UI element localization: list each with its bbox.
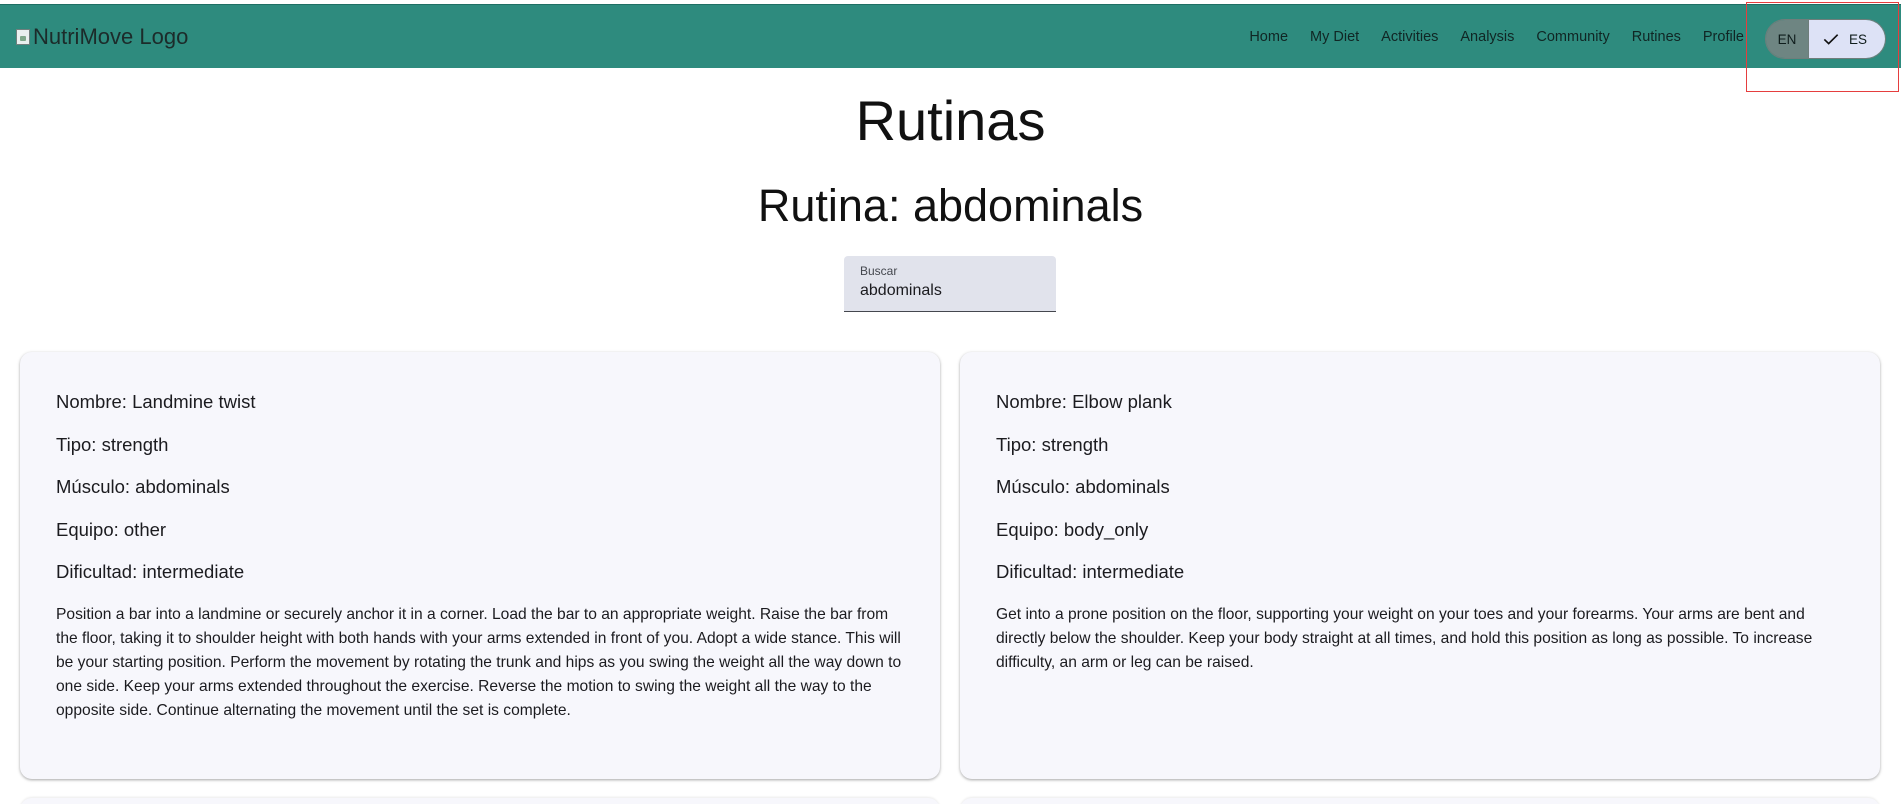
- nav-activities[interactable]: Activities: [1370, 19, 1449, 55]
- lang-es-label: ES: [1848, 31, 1867, 47]
- page-title: Rutinas: [855, 89, 1046, 152]
- exercise-difficulty: Dificultad: intermediate: [56, 561, 245, 582]
- language-toggle: EN ES: [1765, 19, 1886, 59]
- broken-image-icon: [16, 29, 30, 45]
- search-field[interactable]: Buscar: [844, 256, 1056, 312]
- exercise-card: Nombre: Landmine twist Tipo: strength Mú…: [20, 352, 940, 779]
- exercise-card: Nombre: Elbow plank Tipo: strength Múscu…: [960, 352, 1880, 779]
- exercise-muscle: Músculo: abdominals: [56, 476, 230, 497]
- exercise-muscle: Músculo: abdominals: [996, 476, 1170, 497]
- lang-en-label: EN: [1777, 31, 1797, 47]
- exercise-description: Get into a prone position on the floor, …: [996, 605, 1813, 671]
- routine-title: Rutina: abdominals: [757, 180, 1144, 231]
- check-icon: [1823, 34, 1839, 45]
- top-app-bar: NutriMove Logo Home My Diet Activities A…: [0, 4, 1901, 68]
- exercise-name: Nombre: Elbow plank: [996, 391, 1172, 412]
- exercise-card-partial: [960, 798, 1880, 804]
- exercise-card-partial: [20, 798, 940, 804]
- nav-community[interactable]: Community: [1525, 19, 1620, 55]
- search-input[interactable]: [860, 282, 1040, 300]
- search-label: Buscar: [860, 264, 898, 278]
- exercise-description: Position a bar into a landmine or secure…: [56, 605, 902, 719]
- logo-alt-text: NutriMove Logo: [33, 24, 189, 49]
- exercise-type: Tipo: strength: [56, 433, 169, 455]
- exercise-equipment: Equipo: body_only: [996, 518, 1149, 540]
- exercise-difficulty: Dificultad: intermediate: [996, 561, 1185, 582]
- logo[interactable]: NutriMove Logo: [16, 24, 189, 49]
- nav-home[interactable]: Home: [1238, 19, 1299, 55]
- exercise-equipment: Equipo: other: [56, 518, 167, 540]
- nav-profile[interactable]: Profile: [1692, 19, 1755, 55]
- main-nav: Home My Diet Activities Analysis Communi…: [1238, 5, 1755, 69]
- exercise-name: Nombre: Landmine twist: [56, 391, 256, 412]
- lang-es-button[interactable]: ES: [1808, 20, 1885, 58]
- nav-my-diet[interactable]: My Diet: [1299, 19, 1370, 55]
- lang-en-button[interactable]: EN: [1766, 20, 1808, 58]
- nav-rutines[interactable]: Rutines: [1621, 19, 1692, 55]
- nav-analysis[interactable]: Analysis: [1449, 19, 1525, 55]
- exercise-type: Tipo: strength: [996, 433, 1109, 455]
